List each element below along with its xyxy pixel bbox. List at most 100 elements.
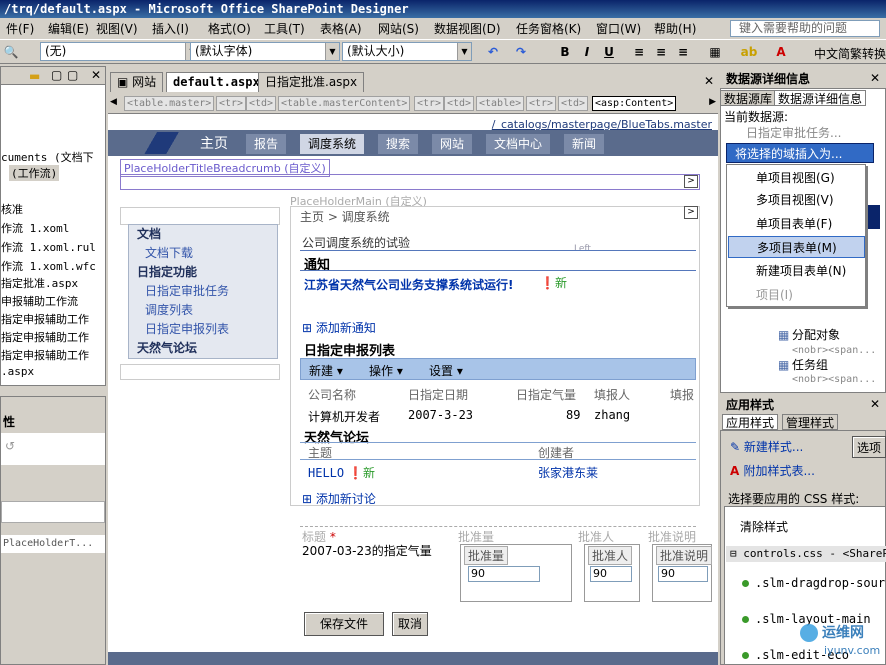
nav-item-downloads[interactable]: 文档下载 (129, 244, 277, 263)
column-header[interactable]: 主题 (308, 444, 332, 461)
nav-reports[interactable]: 报告 (246, 134, 287, 154)
column-header[interactable]: 填报人 (594, 386, 630, 403)
tag-td[interactable]: <td> (444, 96, 475, 111)
add-discussion-link[interactable]: ⊞ 添加新讨论 (302, 490, 376, 507)
property-value[interactable]: PlaceHolderT... (1, 535, 105, 553)
close-icon[interactable]: ✕ (870, 71, 880, 85)
menu-help[interactable]: 帮助(H) (650, 20, 700, 38)
column-header[interactable]: 日指定气量 (516, 386, 576, 403)
menu-site[interactable]: 网站(S) (374, 20, 423, 38)
align-left-icon[interactable]: ≡ (630, 43, 648, 61)
close-icon[interactable]: ✕ (870, 397, 880, 411)
tag-table[interactable]: <table> (476, 96, 525, 111)
nav-heading-docs[interactable]: 文档 (129, 225, 277, 244)
tab-approval-aspx[interactable]: 日指定批准.aspx (258, 72, 365, 92)
chevron-right-icon[interactable]: > (684, 206, 698, 219)
nav-heading-daily[interactable]: 日指定功能 (129, 263, 277, 282)
chevron-right-icon[interactable]: ▶ (709, 97, 716, 107)
column-header[interactable]: 填报 (670, 386, 694, 403)
folder-item[interactable]: 申报辅助工作流 (1, 293, 78, 309)
help-search-input[interactable]: 键入需要帮助的问题 (730, 20, 880, 37)
menu-new-item-form[interactable]: 新建项目表单(N) (728, 260, 865, 282)
undo-icon[interactable]: ↶ (484, 43, 502, 61)
column-header[interactable]: 日指定日期 (408, 386, 468, 403)
folder-item[interactable]: .aspx (1, 365, 34, 378)
notice-link[interactable]: 江苏省天然气公司业务支撑系统试运行! (304, 276, 513, 293)
folder-item[interactable]: 作流 1.xoml.wfc (1, 258, 96, 274)
tag-td[interactable]: <td> (558, 96, 589, 111)
tag-table-master[interactable]: <table.master> (124, 96, 215, 111)
new-page-icon[interactable]: ▢ (51, 68, 62, 82)
nav-doc-center[interactable]: 文档中心 (486, 134, 551, 154)
menu-multi-item-form[interactable]: 多项目表单(M) (728, 236, 865, 258)
css-file-group[interactable]: ⊟ controls.css - <SharePoi (726, 546, 886, 562)
nav-item-approval-tasks[interactable]: 日指定审批任务 (129, 282, 277, 301)
folder-item[interactable]: 指定申报辅助工作 (1, 329, 89, 345)
folder-item[interactable]: 指定申报辅助工作 (1, 347, 89, 363)
bold-icon[interactable]: B (556, 43, 574, 61)
column-header[interactable]: 公司名称 (308, 386, 356, 403)
menu-view[interactable]: 视图(V) (92, 20, 142, 38)
tag-tr[interactable]: <tr> (414, 96, 445, 111)
column-header[interactable]: 创建者 (538, 444, 574, 461)
insert-fields-as-button[interactable]: 将选择的域插入为... (726, 143, 874, 163)
property-row[interactable] (1, 501, 105, 523)
save-button[interactable]: 保存文件 (304, 612, 384, 636)
options-button[interactable]: 选项 (852, 436, 886, 458)
forum-topic-link[interactable]: HELLO (308, 466, 344, 480)
menu-taskpane[interactable]: 任务窗格(K) (512, 20, 585, 38)
cancel-button[interactable]: 取消 (392, 612, 428, 636)
new-page-icon[interactable]: ▢ (67, 68, 78, 82)
attach-stylesheet-link[interactable]: A 附加样式表... (730, 462, 815, 479)
nav-sites[interactable]: 网站 (432, 134, 473, 154)
menu-single-item-form[interactable]: 单项目表单(F) (728, 213, 865, 235)
align-center-icon[interactable]: ≡ (652, 43, 670, 61)
redo-icon[interactable]: ↷ (512, 43, 530, 61)
size-combo[interactable]: (默认大小) ▼ (342, 42, 472, 61)
tab-default-aspx[interactable]: default.aspx (166, 72, 267, 92)
chevron-left-icon[interactable]: ◀ (110, 97, 117, 107)
menu-window[interactable]: 窗口(W) (592, 20, 645, 38)
folder-item[interactable]: cuments (文档下 (1, 149, 94, 165)
actions-menu-button[interactable]: 操作 ▾ (369, 362, 403, 379)
clear-style-item[interactable]: 清除样式 (740, 518, 788, 535)
chinese-convert-button[interactable]: 中文简繁转换 (814, 45, 886, 62)
border-icon[interactable]: ▦ (706, 43, 724, 61)
style-combo[interactable]: (无)▼ (40, 42, 200, 61)
forum-author-link[interactable]: 张家港东莱 (538, 464, 598, 481)
close-icon[interactable]: ✕ (704, 74, 714, 88)
menu-format[interactable]: 格式(O) (204, 20, 255, 38)
note-input[interactable]: 90 (658, 566, 708, 582)
folder-item[interactable]: 指定批准.aspx (1, 275, 78, 291)
settings-menu-button[interactable]: 设置 ▾ (429, 362, 463, 379)
folder-item[interactable]: 作流 1.xoml (1, 220, 69, 236)
person-input[interactable]: 90 (590, 566, 632, 582)
font-color-icon[interactable]: A (772, 43, 790, 61)
sort-icon[interactable]: ↺ (5, 439, 15, 453)
close-icon[interactable]: ✕ (91, 68, 101, 82)
chevron-right-icon[interactable]: > (684, 175, 698, 188)
nav-search[interactable]: 搜索 (378, 134, 419, 154)
nav-news[interactable]: 新闻 (564, 134, 605, 154)
nav-heading-forum[interactable]: 天然气论坛 (129, 339, 277, 358)
tab-site[interactable]: ▣ 网站 (110, 72, 164, 92)
menu-insert[interactable]: 插入(I) (148, 20, 193, 38)
highlight-icon[interactable]: ab (740, 43, 758, 61)
menu-dataview[interactable]: 数据视图(D) (430, 20, 505, 38)
font-combo[interactable]: (默认字体) ▼ (190, 42, 340, 61)
page-breadcrumb[interactable]: 主页 > 调度系统 (300, 208, 390, 225)
menu-edit[interactable]: 编辑(E) (44, 20, 93, 38)
tag-table-mastercontent[interactable]: <table.masterContent> (278, 96, 411, 111)
nav-item-dispatch-list[interactable]: 调度列表 (129, 301, 277, 320)
tab-data-source-library[interactable]: 数据源库 (720, 90, 777, 106)
new-style-link[interactable]: ✎ 新建样式... (730, 438, 803, 455)
add-notice-link[interactable]: ⊞ 添加新通知 (302, 319, 376, 336)
folder-item[interactable]: 作流 1.xoml.rul (1, 239, 96, 255)
placeholder-breadcrumb[interactable] (120, 174, 700, 190)
find-icon[interactable]: 🔍 (2, 43, 20, 61)
folder-item[interactable]: 指定申报辅助工作 (1, 311, 89, 327)
tag-asp-content[interactable]: <asp:Content> (592, 96, 677, 111)
nav-dispatch[interactable]: 调度系统 (300, 134, 365, 154)
menu-single-item-view[interactable]: 单项目视图(G) (728, 167, 865, 189)
qty-input[interactable]: 90 (468, 566, 540, 582)
